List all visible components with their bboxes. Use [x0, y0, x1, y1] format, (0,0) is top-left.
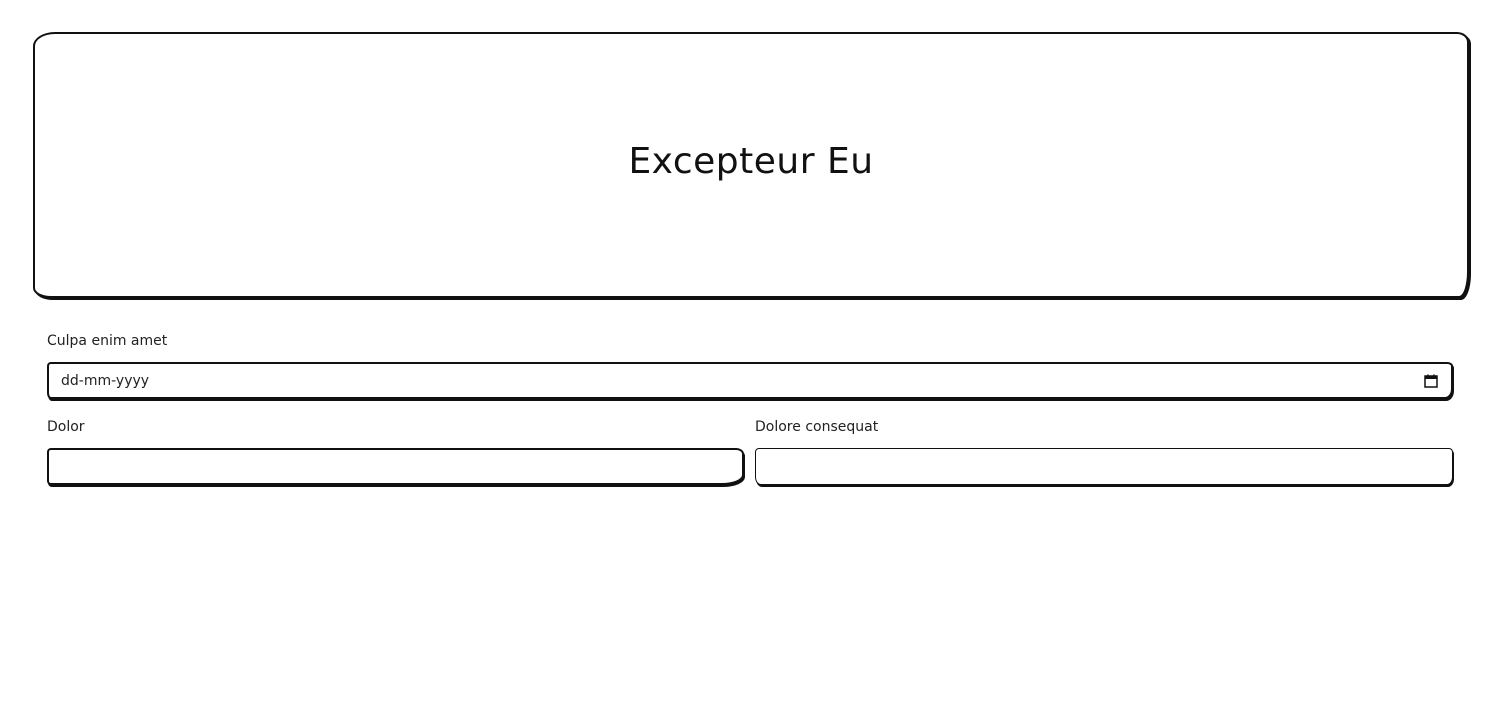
calendar-icon[interactable] — [1423, 373, 1439, 389]
date-field-placeholder: dd-mm-yyyy — [61, 372, 150, 389]
header-panel: Excepteur Eu — [33, 32, 1469, 298]
date-field[interactable]: dd-mm-yyyy — [47, 362, 1453, 399]
page-title: Excepteur Eu — [628, 140, 874, 182]
consequat-field-label: Dolore consequat — [755, 419, 879, 435]
date-field-label: Culpa enim amet — [47, 333, 168, 349]
page: Excepteur Eu Culpa enim amet dd-mm-yyyy … — [0, 0, 1500, 720]
dolor-field-label: Dolor — [47, 419, 85, 435]
dolor-field[interactable] — [47, 448, 744, 485]
consequat-field[interactable] — [755, 448, 1453, 485]
